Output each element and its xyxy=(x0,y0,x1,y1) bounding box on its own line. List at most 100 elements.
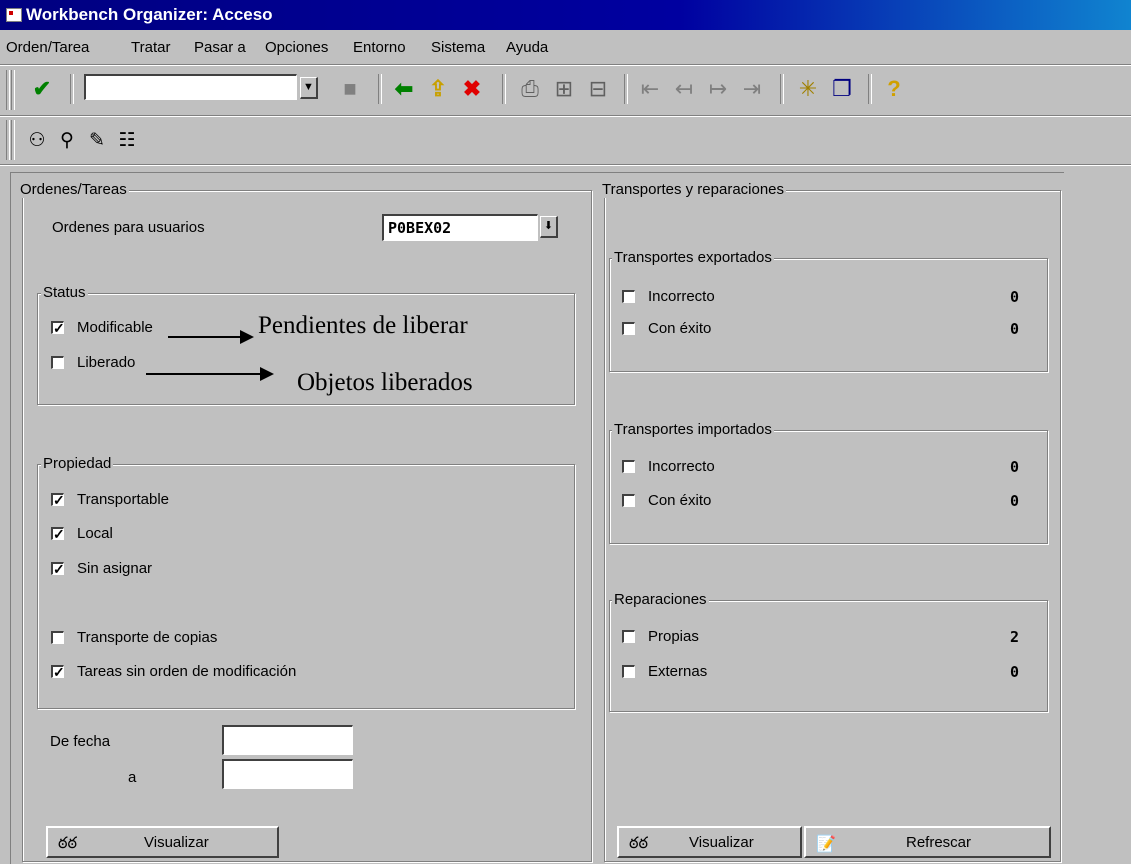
right-visualizar-button[interactable]: ఠఠ Visualizar xyxy=(617,826,802,858)
transportable-label: Transportable xyxy=(77,491,169,508)
exportados-con-exito-label: Con éxito xyxy=(648,320,712,337)
transportes-exportados-title: Transportes exportados xyxy=(612,249,774,266)
save-icon[interactable]: ■ xyxy=(336,76,364,102)
annotation-arrow-line xyxy=(168,336,244,338)
glasses-icon: ఠఠ xyxy=(629,835,648,852)
cancel-icon[interactable]: ✖ xyxy=(458,76,486,102)
toolbar-grip xyxy=(6,120,10,160)
new-session-icon[interactable]: ✳ xyxy=(794,76,822,102)
glasses-icon: ఠఠ xyxy=(58,835,77,852)
last-page-icon[interactable]: ⇥ xyxy=(738,76,766,102)
annotation-pendientes: Pendientes de liberar xyxy=(258,312,468,339)
de-fecha-input[interactable] xyxy=(222,725,353,755)
find-next-icon[interactable]: ⊟ xyxy=(584,76,612,102)
magnifier-icon[interactable]: ⚲ xyxy=(54,128,80,152)
menu-ayuda[interactable]: Ayuda xyxy=(506,39,548,56)
toolbar-separator xyxy=(70,74,74,104)
right-visualizar-label: Visualizar xyxy=(689,834,754,851)
exportados-incorrecto-count: 0 xyxy=(1010,288,1020,306)
check-icon[interactable]: ✔ xyxy=(28,76,56,102)
importados-incorrecto-checkbox[interactable] xyxy=(622,460,635,473)
annotation-arrow-head xyxy=(240,330,254,344)
command-dropdown-button[interactable]: ▼ xyxy=(300,77,318,99)
display-change-icon[interactable]: ✎ xyxy=(84,128,110,152)
menu-bar: Orden/Tarea Tratar Pasar a Opciones Ento… xyxy=(0,34,1131,60)
help-icon[interactable]: ? xyxy=(880,76,908,102)
binoculars-icon[interactable]: ⚇ xyxy=(24,128,50,152)
previous-page-icon[interactable]: ↤ xyxy=(670,76,698,102)
first-page-icon[interactable]: ⇤ xyxy=(636,76,664,102)
next-page-icon[interactable]: ↦ xyxy=(704,76,732,102)
toolbar-separator xyxy=(868,74,872,104)
transportes-importados-group xyxy=(609,430,1048,544)
toolbar-separator xyxy=(780,74,784,104)
create-shortcut-icon[interactable]: ❐ xyxy=(828,76,856,102)
transportable-checkbox[interactable]: ✓ xyxy=(51,493,65,507)
title-bar: Workbench Organizer: Acceso xyxy=(0,0,1131,30)
sap-window-icon xyxy=(6,8,22,22)
transporte-copias-label: Transporte de copias xyxy=(77,629,218,646)
annotation-arrow-line xyxy=(146,373,262,375)
exportados-incorrecto-label: Incorrecto xyxy=(648,288,715,305)
propias-count: 2 xyxy=(1010,628,1020,646)
command-field[interactable] xyxy=(84,74,297,100)
back-icon[interactable]: ⬅ xyxy=(390,76,418,102)
menu-sistema[interactable]: Sistema xyxy=(431,39,485,56)
ordenes-usuarios-input[interactable]: P0BEX02 xyxy=(382,214,538,241)
sin-asignar-label: Sin asignar xyxy=(77,560,153,577)
reparaciones-title: Reparaciones xyxy=(612,591,709,608)
ordenes-usuarios-dropdown-button[interactable]: ⬇ xyxy=(540,216,558,238)
transportes-importados-title: Transportes importados xyxy=(612,421,774,438)
toolbar-separator xyxy=(502,74,506,104)
exportados-con-exito-count: 0 xyxy=(1010,320,1020,338)
print-icon[interactable]: ⎙ xyxy=(516,76,544,102)
menu-opciones[interactable]: Opciones xyxy=(265,39,328,56)
hierarchy-icon[interactable]: ☷ xyxy=(114,128,140,152)
liberado-label: Liberado xyxy=(77,354,136,371)
toolbar-divider xyxy=(0,115,1131,117)
exportados-con-exito-checkbox[interactable] xyxy=(622,322,635,335)
importados-incorrecto-label: Incorrecto xyxy=(648,458,715,475)
annotation-arrow-head xyxy=(260,367,274,381)
toolbar-divider xyxy=(0,64,1131,66)
a-fecha-input[interactable] xyxy=(222,759,353,789)
importados-con-exito-checkbox[interactable] xyxy=(622,494,635,507)
transportes-reparaciones-title: Transportes y reparaciones xyxy=(600,181,787,198)
importados-con-exito-count: 0 xyxy=(1010,492,1020,510)
propias-label: Propias xyxy=(648,628,699,645)
exportados-incorrecto-checkbox[interactable] xyxy=(622,290,635,303)
liberado-checkbox[interactable] xyxy=(51,356,64,369)
exit-icon[interactable]: ⇪ xyxy=(424,76,452,102)
window-title: Workbench Organizer: Acceso xyxy=(26,5,273,24)
ordenes-usuarios-label: Ordenes para usuarios xyxy=(52,219,205,236)
toolbar-grip xyxy=(11,70,15,110)
tareas-sin-orden-checkbox[interactable]: ✓ xyxy=(51,665,65,679)
local-checkbox[interactable]: ✓ xyxy=(51,527,65,541)
find-icon[interactable]: ⊞ xyxy=(550,76,578,102)
externas-checkbox[interactable] xyxy=(622,665,635,678)
ordenes-tareas-title: Ordenes/Tareas xyxy=(18,181,129,198)
toolbar-separator xyxy=(624,74,628,104)
sin-asignar-checkbox[interactable]: ✓ xyxy=(51,562,65,576)
left-visualizar-button[interactable]: ఠఠ Visualizar xyxy=(46,826,279,858)
menu-orden-tarea[interactable]: Orden/Tarea xyxy=(6,39,89,56)
reparaciones-group xyxy=(609,600,1048,712)
propias-checkbox[interactable] xyxy=(622,630,635,643)
propiedad-title: Propiedad xyxy=(41,455,114,472)
refrescar-button[interactable]: 📝 Refrescar xyxy=(804,826,1051,858)
left-visualizar-label: Visualizar xyxy=(144,834,209,851)
modificable-checkbox[interactable]: ✓ xyxy=(51,321,65,335)
tareas-sin-orden-label: Tareas sin orden de modificación xyxy=(77,663,297,680)
externas-count: 0 xyxy=(1010,663,1020,681)
menu-tratar[interactable]: Tratar xyxy=(131,39,170,56)
a-fecha-label: a xyxy=(128,769,137,786)
de-fecha-label: De fecha xyxy=(50,733,111,750)
toolbar-divider xyxy=(0,164,1131,166)
importados-con-exito-label: Con éxito xyxy=(648,492,712,509)
toolbar-grip xyxy=(11,120,15,160)
menu-entorno[interactable]: Entorno xyxy=(353,39,406,56)
menu-pasar-a[interactable]: Pasar a xyxy=(194,39,246,56)
transporte-copias-checkbox[interactable] xyxy=(51,631,64,644)
modificable-label: Modificable xyxy=(77,319,153,336)
externas-label: Externas xyxy=(648,663,708,680)
